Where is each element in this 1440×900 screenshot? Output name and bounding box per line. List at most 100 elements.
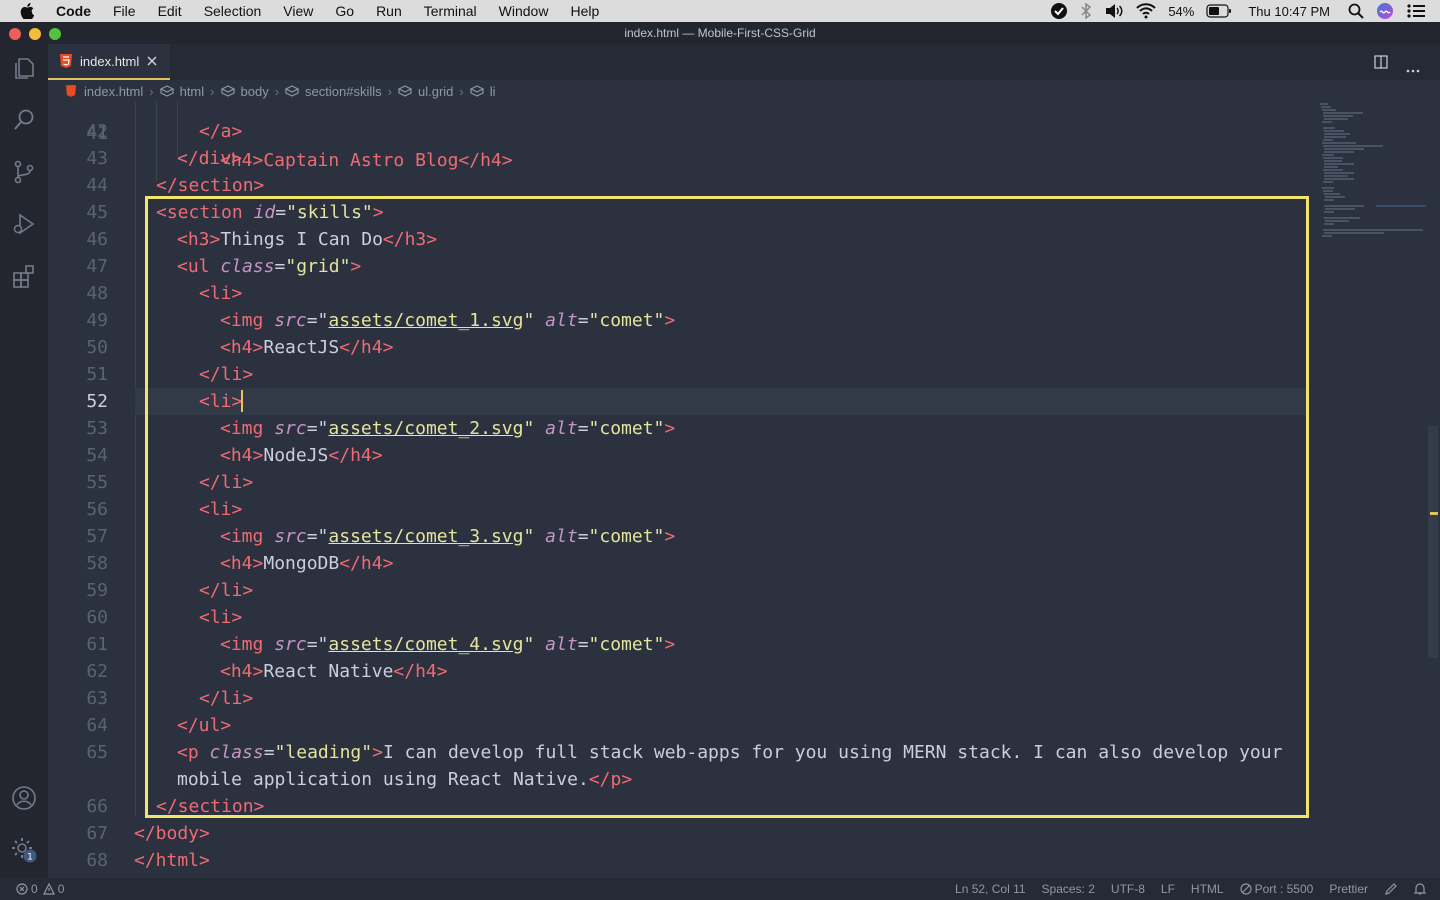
battery-icon[interactable] <box>1206 4 1232 18</box>
line-number: 53 <box>86 418 108 439</box>
scrollbar-cursor-marker <box>1430 512 1438 515</box>
warning-count: 0 <box>57 882 65 896</box>
line-number: 63 <box>86 688 108 709</box>
activity-bar: 1 <box>0 44 48 878</box>
account-icon[interactable] <box>0 774 48 822</box>
chevron-right-icon: › <box>387 83 392 99</box>
line-number: 59 <box>86 580 108 601</box>
html-file-icon <box>66 85 76 97</box>
menu-go[interactable]: Go <box>325 0 366 22</box>
chevron-right-icon: › <box>149 83 154 99</box>
clock[interactable]: Thu 10:47 PM <box>1248 4 1330 19</box>
vertical-scrollbar[interactable] <box>1426 102 1440 878</box>
warning-icon <box>42 883 55 895</box>
bluetooth-icon[interactable] <box>1080 3 1092 19</box>
line-number: 49 <box>86 310 108 331</box>
wifi-icon[interactable] <box>1136 3 1157 19</box>
line-number: 57 <box>86 526 108 547</box>
breadcrumb-item-body[interactable]: body <box>220 84 269 99</box>
maximize-window-button[interactable] <box>49 28 61 40</box>
line-number: 48 <box>86 283 108 304</box>
window-titlebar: index.html — Mobile-First-CSS-Grid <box>0 22 1440 44</box>
menu-file[interactable]: File <box>103 0 148 22</box>
line-number: 42 <box>86 121 108 142</box>
settings-gear-icon[interactable]: 1 <box>0 826 48 874</box>
code-line: 44 </section> <box>48 172 1308 199</box>
breadcrumb-item-file[interactable]: index.html <box>66 84 143 99</box>
line-number: 46 <box>86 229 108 250</box>
explorer-icon[interactable] <box>0 44 48 92</box>
apple-icon[interactable] <box>18 2 36 20</box>
breadcrumb-item-ul-grid[interactable]: ul.grid <box>397 83 454 99</box>
menu-edit[interactable]: Edit <box>148 0 194 22</box>
error-count: 0 <box>31 882 38 896</box>
breadcrumb-label: ul.grid <box>417 83 454 99</box>
extensions-icon[interactable] <box>0 252 48 300</box>
symbol-element-icon <box>285 85 300 97</box>
more-actions-icon[interactable] <box>1406 60 1420 78</box>
tab-index-html[interactable]: index.html <box>48 44 170 80</box>
cursor-position[interactable]: Ln 52, Col 11 <box>955 882 1026 896</box>
scrollbar-thumb[interactable] <box>1428 426 1438 658</box>
symbol-element-icon <box>159 85 174 97</box>
search-icon[interactable] <box>0 96 48 144</box>
line-number: 64 <box>86 715 108 736</box>
volume-icon[interactable] <box>1104 3 1124 19</box>
breadcrumb-label: html <box>179 83 205 99</box>
line-number: 65 <box>86 742 108 763</box>
line-number: 58 <box>86 553 108 574</box>
line-number: 68 <box>86 850 108 871</box>
split-editor-icon[interactable] <box>1374 55 1388 74</box>
encoding[interactable]: UTF-8 <box>1111 882 1145 896</box>
chevron-right-icon: › <box>274 83 280 99</box>
language-mode[interactable]: HTML <box>1191 882 1224 896</box>
run-debug-icon[interactable] <box>0 200 48 248</box>
line-number: 66 <box>86 796 108 817</box>
close-icon[interactable] <box>147 56 157 66</box>
minimap[interactable] <box>1316 102 1426 262</box>
chevron-right-icon: › <box>459 83 464 99</box>
error-icon <box>16 883 28 895</box>
breadcrumb-item-section-skills[interactable]: section#skills <box>285 84 382 99</box>
menu-window[interactable]: Window <box>489 0 561 22</box>
problems-indicator[interactable]: 0 0 <box>16 882 64 896</box>
breadcrumb-item-li[interactable]: li <box>469 84 496 99</box>
source-control-icon[interactable] <box>0 148 48 196</box>
line-number: 61 <box>86 634 108 655</box>
breadcrumb-item-html[interactable]: html <box>159 83 205 99</box>
line-number: 50 <box>86 337 108 358</box>
port-label: Port : 5500 <box>1254 882 1314 896</box>
symbol-element-icon <box>469 85 484 97</box>
menu-selection[interactable]: Selection <box>194 0 274 22</box>
control-center-icon[interactable] <box>1406 3 1426 19</box>
spotlight-icon[interactable] <box>1348 3 1364 19</box>
tab-label: index.html <box>80 53 140 69</box>
formatter[interactable]: Prettier <box>1329 882 1368 896</box>
line-number: 56 <box>86 499 108 520</box>
check-status-icon[interactable] <box>1050 2 1068 20</box>
window-title: index.html — Mobile-First-CSS-Grid <box>624 26 816 40</box>
close-window-button[interactable] <box>9 28 21 40</box>
menu-terminal[interactable]: Terminal <box>414 0 489 22</box>
minimize-window-button[interactable] <box>29 28 41 40</box>
menu-help[interactable]: Help <box>560 0 611 22</box>
line-number: 62 <box>86 661 108 682</box>
symbol-element-icon <box>397 85 412 97</box>
broadcast-icon <box>1239 883 1252 895</box>
annotation-highlight-box <box>145 196 1309 818</box>
bell-icon[interactable] <box>1414 882 1426 896</box>
code-line: 43 </div> <box>48 145 1308 172</box>
line-number: 55 <box>86 472 108 493</box>
menu-app-code[interactable]: Code <box>46 0 103 22</box>
indentation[interactable]: Spaces: 2 <box>1042 882 1095 896</box>
battery-percent: 54% <box>1168 3 1195 19</box>
feedback-icon[interactable] <box>1384 882 1398 896</box>
menu-view[interactable]: View <box>273 0 325 22</box>
menu-run[interactable]: Run <box>366 0 414 22</box>
end-of-line[interactable]: LF <box>1161 882 1175 896</box>
live-server-port[interactable]: Port : 5500 <box>1239 882 1314 896</box>
breadcrumb: index.html › html › body › section#skill… <box>48 80 1440 102</box>
line-number: 51 <box>86 364 108 385</box>
siri-icon[interactable] <box>1376 2 1394 20</box>
svg-text:1: 1 <box>27 853 33 863</box>
